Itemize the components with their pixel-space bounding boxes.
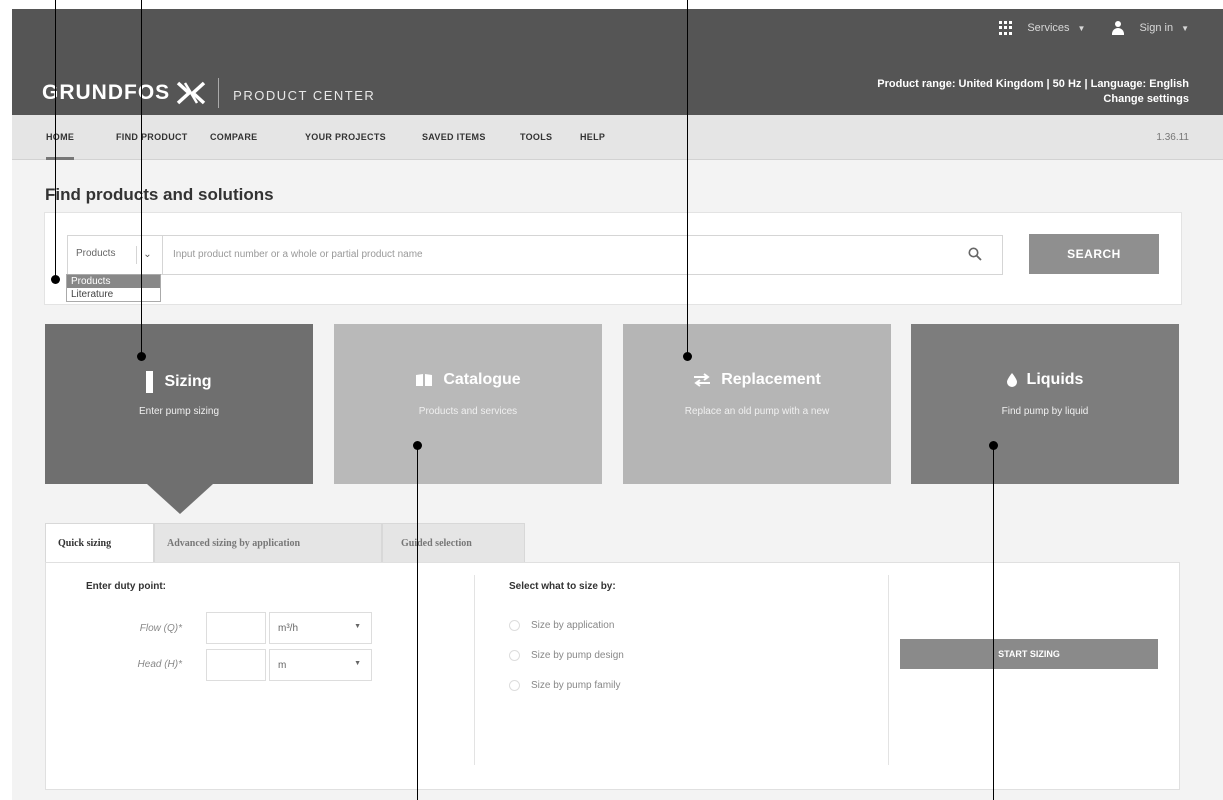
tile-sizing[interactable]: Sizing Enter pump sizing <box>45 324 313 514</box>
flow-input[interactable] <box>206 612 266 644</box>
search-type-select[interactable]: Products ⌄ <box>67 235 163 275</box>
active-tile-pointer <box>147 484 213 514</box>
quick-sizing-panel: Enter duty point: Flow (Q)* m³/h ▼ Head … <box>45 562 1180 790</box>
option-literature[interactable]: Literature <box>67 288 160 301</box>
callout-dot-liquids <box>989 441 998 450</box>
tile-sizing-subtitle: Enter pump sizing <box>138 406 220 417</box>
tile-liquids-subtitle: Find pump by liquid <box>1001 406 1089 417</box>
sizing-tabs: Quick sizing Advanced sizing by applicat… <box>45 523 525 563</box>
head-unit-select[interactable]: m ▼ <box>269 649 372 681</box>
radio-size-by-pump-family[interactable]: Size by pump family <box>509 680 620 691</box>
region-settings: Product range: United Kingdom | 50 Hz | … <box>877 77 1189 107</box>
panel-divider-right <box>888 575 889 765</box>
nav-your-projects[interactable]: YOUR PROJECTS <box>305 115 386 160</box>
tile-liquids-title-row: Liquids <box>911 371 1179 389</box>
chevron-down-icon[interactable]: ⌄ <box>136 246 158 264</box>
product-range-text: Product range: United Kingdom | 50 Hz | … <box>877 78 1189 90</box>
panel-divider-left <box>474 575 475 765</box>
radio-circle-icon <box>509 650 520 661</box>
top-header: Services ▼ Sign in ▼ GRUNDFOS PRODUCT CE… <box>12 9 1223 115</box>
search-panel: Products ⌄ Products Literature Input pro… <box>44 212 1182 305</box>
tab-quick-sizing[interactable]: Quick sizing <box>45 523 154 563</box>
tile-replacement-title-row: Replacement <box>623 371 891 389</box>
callout-dot-replacement <box>683 352 692 361</box>
tile-replacement[interactable]: Replacement Replace an old pump with a n… <box>623 324 891 484</box>
radio-circle-icon <box>509 680 520 691</box>
nav-compare[interactable]: COMPARE <box>210 115 257 160</box>
select-size-heading: Select what to size by: <box>509 581 616 592</box>
callout-line-liquids <box>993 445 994 800</box>
head-unit-value: m <box>278 660 287 671</box>
search-button[interactable]: SEARCH <box>1029 234 1159 274</box>
book-icon <box>416 374 433 386</box>
search-type-dropdown: Products Literature <box>66 274 161 302</box>
flow-unit-select[interactable]: m³/h ▼ <box>269 612 372 644</box>
callout-line-catalogue <box>417 445 418 800</box>
nav-tools[interactable]: TOOLS <box>520 115 552 160</box>
tile-catalogue-title: Catalogue <box>443 371 521 388</box>
tile-liquids[interactable]: Liquids Find pump by liquid <box>911 324 1179 484</box>
swap-arrows-icon <box>694 373 711 387</box>
page: Services ▼ Sign in ▼ GRUNDFOS PRODUCT CE… <box>0 0 1223 800</box>
flow-unit-caret-icon: ▼ <box>354 623 361 630</box>
version-number: 1.36.11 <box>1156 132 1189 143</box>
tab-guided-selection[interactable]: Guided selection <box>382 523 525 563</box>
callout-line-dropdown <box>55 0 56 280</box>
user-icon <box>1111 21 1125 35</box>
search-type-value: Products <box>76 248 116 259</box>
radio-circle-icon <box>509 620 520 631</box>
sign-in-caret-icon: ▼ <box>1181 23 1189 33</box>
start-sizing-button[interactable]: START SIZING <box>900 639 1158 669</box>
nav-find-product[interactable]: FIND PRODUCT <box>116 115 188 160</box>
option-products[interactable]: Products <box>67 275 160 288</box>
duty-point-heading: Enter duty point: <box>86 581 166 592</box>
main-content: Find products and solutions Products ⌄ P… <box>12 160 1223 800</box>
head-unit-caret-icon: ▼ <box>354 660 361 667</box>
main-nav: HOME FIND PRODUCT COMPARE YOUR PROJECTS … <box>12 115 1223 160</box>
tile-liquids-title: Liquids <box>1026 371 1084 388</box>
tab-advanced-sizing[interactable]: Advanced sizing by application <box>154 523 382 563</box>
radio-size-by-application[interactable]: Size by application <box>509 620 614 631</box>
services-caret-icon: ▼ <box>1077 23 1086 33</box>
tile-replacement-title: Replacement <box>721 371 821 388</box>
radio-label: Size by application <box>531 620 615 631</box>
callout-dot-sizing <box>137 352 146 361</box>
search-placeholder: Input product number or a whole or parti… <box>173 249 423 260</box>
head-label: Head (H)* <box>137 659 182 670</box>
nav-help[interactable]: HELP <box>580 115 605 160</box>
tile-sizing-title: Sizing <box>164 373 212 390</box>
flow-unit-value: m³/h <box>278 623 298 634</box>
page-title: Find products and solutions <box>45 185 274 204</box>
radio-size-by-pump-design[interactable]: Size by pump design <box>509 650 624 661</box>
tile-catalogue-subtitle: Products and services <box>418 406 518 417</box>
logo-divider <box>218 78 220 108</box>
callout-dot-dropdown <box>51 275 60 284</box>
tile-catalogue-title-row: Catalogue <box>334 371 602 389</box>
callout-dot-catalogue <box>413 441 422 450</box>
tile-sizing-title-row: Sizing <box>45 371 313 393</box>
tile-catalogue[interactable]: Catalogue Products and services <box>334 324 602 484</box>
tile-replacement-subtitle: Replace an old pump with a new <box>684 406 830 417</box>
utility-bar: Services ▼ Sign in ▼ <box>999 21 1189 35</box>
radio-label: Size by pump family <box>531 680 621 691</box>
search-icon[interactable] <box>968 247 982 261</box>
radio-label: Size by pump design <box>531 650 624 661</box>
callout-line-sizing <box>141 0 142 357</box>
head-input[interactable] <box>206 649 266 681</box>
sign-in-link[interactable]: Sign in <box>1139 22 1173 34</box>
apps-grid-icon[interactable] <box>999 21 1013 35</box>
sizing-bar-icon <box>146 371 154 393</box>
nav-home[interactable]: HOME <box>46 115 75 160</box>
brand-name: GRUNDFOS <box>42 81 171 104</box>
grundfos-logo-icon <box>176 81 206 105</box>
nav-saved-items[interactable]: SAVED ITEMS <box>422 115 486 160</box>
change-settings-link[interactable]: Change settings <box>877 92 1189 107</box>
search-input[interactable]: Input product number or a whole or parti… <box>163 235 1003 275</box>
callout-line-replacement <box>687 0 688 357</box>
services-menu[interactable]: Services <box>1027 22 1069 34</box>
product-center-label: PRODUCT CENTER <box>233 87 376 103</box>
drop-icon <box>1006 373 1017 387</box>
logo[interactable]: GRUNDFOS PRODUCT CENTER <box>42 78 375 108</box>
flow-label: Flow (Q)* <box>139 623 182 634</box>
